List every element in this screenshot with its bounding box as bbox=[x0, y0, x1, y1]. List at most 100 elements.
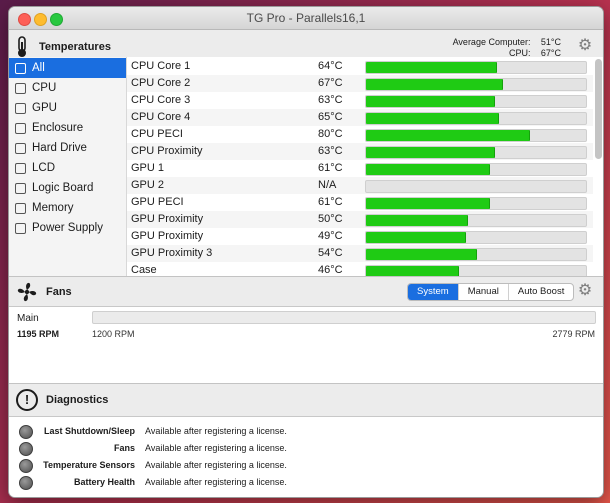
sensor-row[interactable]: CPU Core 1 64°C bbox=[127, 58, 593, 75]
sensor-list-scrollbar[interactable] bbox=[595, 59, 602, 159]
sensor-temperature: 49°C bbox=[318, 230, 343, 242]
thermometer-icon bbox=[18, 36, 26, 57]
sensor-name: CPU Core 1 bbox=[131, 60, 191, 72]
temperatures-settings-gear-icon[interactable]: ⚙ bbox=[577, 38, 593, 54]
sidebar-item-enclosure[interactable]: Enclosure bbox=[9, 118, 126, 138]
sidebar-item-memory[interactable]: Memory bbox=[9, 198, 126, 218]
fan-speed-bar bbox=[92, 311, 596, 324]
sensor-name: GPU Proximity 3 bbox=[131, 247, 213, 259]
display-icon bbox=[15, 63, 26, 74]
fan-mode-manual-button[interactable]: Manual bbox=[459, 284, 509, 300]
title-bar[interactable]: TG Pro - Parallels16,1 bbox=[9, 7, 603, 30]
temperature-bar bbox=[365, 265, 587, 276]
sidebar-item-label: Power Supply bbox=[32, 222, 103, 234]
cpu-icon bbox=[15, 83, 26, 94]
sidebar-item-label: Logic Board bbox=[32, 182, 94, 194]
hard-drive-icon bbox=[15, 143, 26, 154]
status-indicator-icon bbox=[19, 442, 33, 456]
temperature-bar-fill bbox=[366, 215, 469, 226]
sensor-temperature: 80°C bbox=[318, 128, 343, 140]
sensor-row[interactable]: CPU Core 3 63°C bbox=[127, 92, 593, 109]
temperature-bar bbox=[365, 197, 587, 210]
sensor-temperature: 54°C bbox=[318, 247, 343, 259]
fans-header: Fans System Manual Auto Boost ⚙ bbox=[9, 277, 603, 307]
sidebar-item-gpu[interactable]: GPU bbox=[9, 98, 126, 118]
sensor-name: GPU 1 bbox=[131, 162, 165, 174]
sensor-temperature: 50°C bbox=[318, 213, 343, 225]
sensor-row[interactable]: CPU Core 4 65°C bbox=[127, 109, 593, 126]
fan-mode-auto-boost-button[interactable]: Auto Boost bbox=[509, 284, 573, 300]
sensor-name: Case bbox=[131, 264, 157, 276]
temperature-bar-fill bbox=[366, 147, 495, 158]
sidebar-item-hard-drive[interactable]: Hard Drive bbox=[9, 138, 126, 158]
lcd-icon bbox=[15, 163, 26, 174]
sidebar-item-label: Memory bbox=[32, 202, 74, 214]
sensor-row[interactable]: GPU Proximity 49°C bbox=[127, 228, 593, 245]
average-computer-value: 51°C bbox=[540, 37, 561, 47]
temperature-bar-fill bbox=[366, 266, 460, 276]
sensor-temperature: 67°C bbox=[318, 77, 343, 89]
diagnostic-label: Last Shutdown/Sleep bbox=[43, 426, 135, 436]
fan-max-rpm: 2779 RPM bbox=[552, 329, 595, 339]
sidebar-item-power-supply[interactable]: Power Supply bbox=[9, 218, 126, 238]
sensor-row[interactable]: CPU Proximity 63°C bbox=[127, 143, 593, 160]
sensor-category-sidebar: All CPU GPU Enclosure Hard Drive LCD Logic Boa… bbox=[9, 57, 127, 276]
temperature-bar bbox=[365, 146, 587, 159]
fan-current-rpm: 1195 RPM bbox=[17, 329, 60, 339]
sidebar-item-lcd[interactable]: LCD bbox=[9, 158, 126, 178]
sensor-row[interactable]: Case 46°C bbox=[127, 262, 593, 276]
sensor-row[interactable]: GPU Proximity 3 54°C bbox=[127, 245, 593, 262]
sensor-row[interactable]: GPU PECI 61°C bbox=[127, 194, 593, 211]
temperature-bar-fill bbox=[366, 232, 466, 243]
fans-settings-gear-icon[interactable]: ⚙ bbox=[577, 283, 593, 299]
sensor-list[interactable]: CPU Core 1 64°C CPU Core 2 67°C CPU Core 3 63… bbox=[127, 57, 593, 276]
sensor-temperature: 64°C bbox=[318, 60, 343, 72]
fan-mode-segmented-control[interactable]: System Manual Auto Boost bbox=[407, 283, 575, 301]
power-icon bbox=[15, 223, 26, 234]
sensor-name: GPU Proximity bbox=[131, 230, 204, 242]
sensor-row[interactable]: GPU Proximity 50°C bbox=[127, 211, 593, 228]
sensor-name: CPU Proximity bbox=[131, 145, 203, 157]
diagnostics-heading: Diagnostics bbox=[46, 394, 109, 406]
average-computer-label: Average Computer: bbox=[452, 37, 531, 47]
fan-min-rpm: 1200 RPM bbox=[92, 329, 135, 339]
temperature-bar bbox=[365, 112, 587, 125]
average-temperatures: Average Computer: 51°C CPU: 67°C bbox=[453, 37, 561, 59]
diagnostic-label: Battery Health bbox=[73, 477, 135, 487]
sidebar-item-cpu[interactable]: CPU bbox=[9, 78, 126, 98]
diagnostic-value: Available after registering a license. bbox=[145, 477, 287, 487]
temperature-bar-fill bbox=[366, 130, 530, 141]
temperature-bar bbox=[365, 231, 587, 244]
sidebar-item-label: CPU bbox=[32, 82, 57, 94]
temperature-bar-fill bbox=[366, 79, 504, 90]
temperature-bar-fill bbox=[366, 62, 497, 73]
sensor-temperature: 46°C bbox=[318, 264, 343, 276]
temperature-bar bbox=[365, 248, 587, 261]
sidebar-item-label: GPU bbox=[32, 102, 57, 114]
sensor-row[interactable]: CPU Core 2 67°C bbox=[127, 75, 593, 92]
diagnostic-label: Fans bbox=[113, 443, 135, 453]
sensor-temperature: 61°C bbox=[318, 162, 343, 174]
memory-icon bbox=[15, 203, 26, 214]
diagnostic-row: Battery Health Available after registerin… bbox=[9, 474, 603, 491]
temperature-bar-fill bbox=[366, 164, 491, 175]
temperature-bar bbox=[365, 129, 587, 142]
temperature-bar bbox=[365, 95, 587, 108]
temperatures-panel: All CPU GPU Enclosure Hard Drive LCD Logic Boa… bbox=[9, 57, 603, 277]
fan-mode-system-button[interactable]: System bbox=[408, 284, 459, 300]
temperatures-heading: Temperatures bbox=[39, 41, 111, 53]
sensor-row[interactable]: CPU PECI 80°C bbox=[127, 126, 593, 143]
status-indicator-icon bbox=[19, 476, 33, 490]
temperature-bar-fill bbox=[366, 198, 491, 209]
sidebar-item-logic-board[interactable]: Logic Board bbox=[9, 178, 126, 198]
sensor-row[interactable]: GPU 1 61°C bbox=[127, 160, 593, 177]
sensor-temperature: 63°C bbox=[318, 94, 343, 106]
sensor-temperature: N/A bbox=[318, 179, 337, 191]
sensor-temperature: 65°C bbox=[318, 111, 343, 123]
diagnostic-value: Available after registering a license. bbox=[145, 460, 287, 470]
temperature-bar-fill bbox=[366, 113, 499, 124]
fans-panel: Main 1195 RPM 1200 RPM 2779 RPM bbox=[9, 307, 603, 384]
sidebar-item-all[interactable]: All bbox=[9, 58, 126, 78]
sensor-row[interactable]: GPU 2 N/A bbox=[127, 177, 593, 194]
diagnostic-value: Available after registering a license. bbox=[145, 443, 287, 453]
